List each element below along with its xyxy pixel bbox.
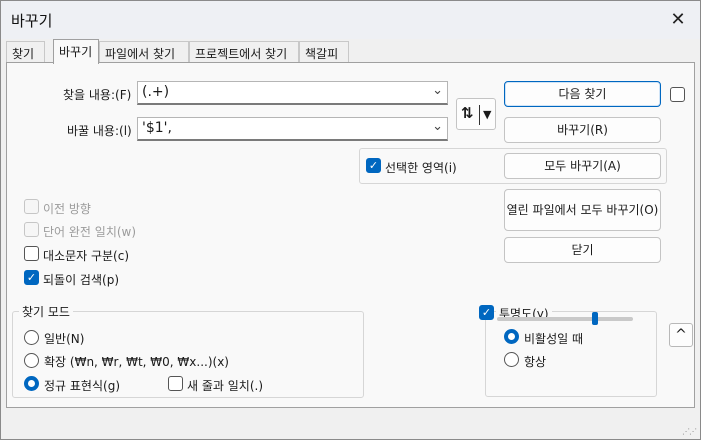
wrap-around-checkbox[interactable]: ✓	[24, 270, 39, 285]
wrap-around-label: 되돌이 검색(p)	[43, 273, 119, 287]
tab-mark[interactable]: 책갈피	[299, 41, 349, 63]
transparency-on-focus-loss-label: 비활성일 때	[524, 332, 584, 346]
match-case-label: 대소문자 구분(c)	[43, 249, 130, 263]
find-label: 찾을 내용:(F)	[63, 88, 132, 102]
whole-word-checkbox[interactable]	[24, 222, 39, 237]
transparency-slider[interactable]	[497, 317, 633, 321]
find-input[interactable]: (.+)	[142, 84, 169, 100]
transparency-always-label: 항상	[524, 355, 547, 369]
match-case-checkbox[interactable]	[24, 246, 39, 261]
mode-normal-radio[interactable]	[24, 330, 39, 345]
backward-direction-label: 이전 방향	[43, 202, 91, 216]
dropdown-arrow-icon[interactable]: ▼	[483, 108, 491, 121]
mode-regex-radio[interactable]	[24, 376, 39, 391]
transparency-always-radio[interactable]	[504, 352, 519, 367]
tab-find-in-projects[interactable]: 프로젝트에서 찾기	[189, 41, 299, 63]
mode-extended-radio[interactable]	[24, 353, 39, 368]
tab-find-in-files[interactable]: 파일에서 찾기	[99, 41, 189, 63]
chevron-down-icon[interactable]: ⌄	[432, 83, 443, 98]
backward-direction-checkbox[interactable]	[24, 199, 39, 214]
tab-replace[interactable]: 바꾸기	[53, 39, 99, 64]
replace-label: 바꿀 내용:(l)	[67, 124, 132, 138]
in-selection-checkbox[interactable]: ✓	[366, 158, 381, 173]
transparency-checkbox[interactable]: ✓	[479, 305, 494, 320]
replace-button[interactable]: 바꾸기(R)	[504, 117, 661, 143]
dot-matches-newline-checkbox[interactable]	[168, 376, 183, 391]
find-next-button[interactable]: 다음 찾기	[504, 81, 661, 107]
collapse-icon[interactable]: ^	[669, 323, 693, 347]
mode-extended-label: 확장 (₩n, ₩r, ₩t, ₩0, ₩x...)(x)	[44, 355, 229, 369]
window-title: 바꾸기	[11, 12, 53, 30]
swap-find-replace-button[interactable]: ⇅ ▼	[456, 98, 496, 130]
close-icon[interactable]: ✕	[664, 7, 692, 33]
in-selection-label: 선택한 영역(i)	[385, 161, 457, 175]
search-mode-title: 찾기 모드	[19, 303, 73, 320]
divider	[479, 105, 480, 125]
swap-arrows-icon: ⇅	[461, 104, 474, 122]
chevron-down-icon[interactable]: ⌄	[432, 119, 443, 134]
find-next-option-checkbox[interactable]	[670, 87, 685, 102]
mode-regex-label: 정규 표현식(g)	[44, 379, 120, 393]
replace-all-button[interactable]: 모두 바꾸기(A)	[504, 153, 661, 179]
resize-grip-icon[interactable]: ⋰⋰	[682, 427, 697, 436]
transparency-slider-thumb[interactable]	[592, 312, 598, 325]
title-bar: 바꾸기 ✕	[1, 1, 700, 39]
dot-matches-newline-label: 새 줄과 일치(.)	[187, 379, 264, 393]
whole-word-label: 단어 완전 일치(w)	[43, 225, 137, 239]
close-button[interactable]: 닫기	[504, 237, 661, 263]
replace-all-in-open-files-button[interactable]: 열린 파일에서 모두 바꾸기(O)	[504, 189, 661, 231]
replace-panel: 찾을 내용:(F) (.+) ⌄ 바꿀 내용:(l) '$1', ⌄ ⇅ ▼ 다…	[6, 62, 695, 408]
replace-combobox[interactable]: '$1', ⌄	[137, 117, 448, 141]
find-combobox[interactable]: (.+) ⌄	[137, 81, 448, 105]
tab-find[interactable]: 찾기	[6, 41, 45, 63]
replace-dialog: 바꾸기 ✕ 찾기 바꾸기 파일에서 찾기 프로젝트에서 찾기 책갈피 찾을 내용…	[0, 0, 701, 440]
mode-normal-label: 일반(N)	[44, 332, 85, 346]
replace-input[interactable]: '$1',	[142, 120, 172, 136]
transparency-on-focus-loss-radio[interactable]	[504, 329, 519, 344]
